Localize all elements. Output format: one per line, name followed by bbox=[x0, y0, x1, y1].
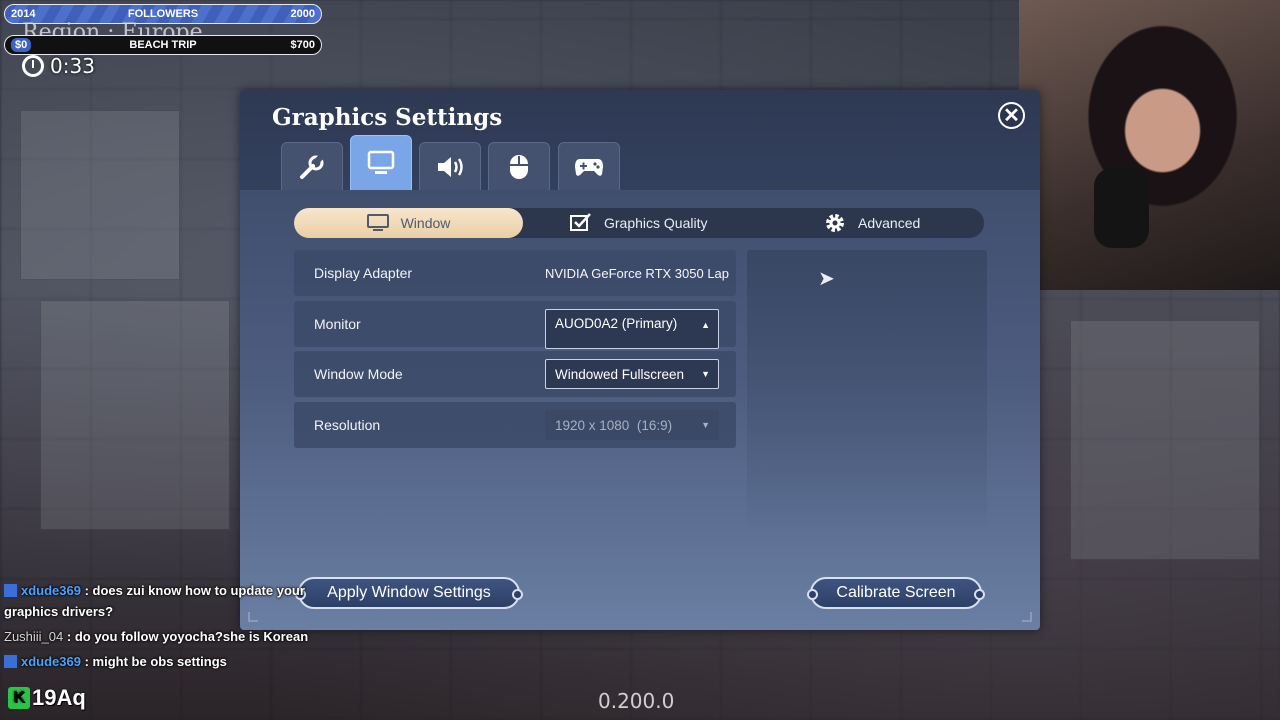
resolution-value: 1920 x 1080 (16:9) bbox=[555, 417, 673, 433]
subtab-window-label: Window bbox=[400, 215, 451, 231]
kick-logo-icon: K bbox=[8, 687, 30, 709]
tab-display[interactable] bbox=[350, 135, 412, 190]
graphics-settings-dialog: Graphics Settings ✕ Window Graphics Qual… bbox=[240, 90, 1040, 630]
game-version: 0.200.0 bbox=[598, 689, 675, 713]
chat-username: Zushiii_04 bbox=[4, 629, 64, 644]
chat-message: Zushiii_04 : do you follow yoyocha?she i… bbox=[4, 626, 324, 647]
background-shelf bbox=[20, 110, 180, 280]
subtab-advanced[interactable]: Advanced bbox=[824, 208, 920, 238]
resolution-dropdown[interactable]: 1920 x 1080 (16:9) ▼ bbox=[545, 410, 719, 440]
viewer-badge-text: 19Aq bbox=[32, 685, 86, 710]
close-icon: ✕ bbox=[1003, 105, 1020, 127]
checkbox-icon bbox=[570, 213, 591, 231]
chat-message: xdude369 : does zui know how to update y… bbox=[4, 580, 324, 622]
clock-icon bbox=[22, 55, 44, 77]
row-window-mode: Window Mode Windowed Fullscreen ▼ bbox=[294, 351, 736, 397]
tab-general[interactable] bbox=[281, 142, 343, 190]
caret-up-icon: ▲ bbox=[701, 320, 710, 330]
settings-subtabs: Window Graphics Quality Advanced bbox=[294, 208, 984, 238]
viewer-badge: K 19Aq bbox=[8, 685, 86, 711]
subscriber-badge-icon bbox=[4, 655, 17, 668]
corner-ornament-right bbox=[1022, 612, 1032, 622]
donation-label: BEACH TRIP bbox=[129, 39, 197, 51]
monitor-icon bbox=[367, 150, 395, 174]
background-crate bbox=[40, 300, 230, 530]
calibrate-screen-button[interactable]: Calibrate Screen bbox=[807, 577, 985, 609]
followers-current: 2014 bbox=[11, 8, 36, 20]
gear-icon bbox=[826, 214, 844, 232]
caret-down-icon: ▼ bbox=[701, 420, 710, 430]
wrench-icon bbox=[300, 154, 324, 179]
donation-target: $700 bbox=[290, 39, 315, 51]
window-mode-dropdown[interactable]: Windowed Fullscreen ▼ bbox=[545, 359, 719, 389]
monitor-value: AUOD0A2 (Primary) bbox=[555, 316, 678, 331]
timer-value: 0:33 bbox=[50, 54, 95, 78]
subtab-graphics-quality[interactable]: Graphics Quality bbox=[570, 208, 707, 238]
tab-audio[interactable] bbox=[419, 142, 481, 190]
chat-username: xdude369 bbox=[21, 654, 81, 669]
monitor-dropdown[interactable]: AUOD0A2 (Primary) ▲ bbox=[545, 309, 719, 349]
row-resolution: Resolution 1920 x 1080 (16:9) ▼ bbox=[294, 402, 736, 448]
followers-target: 2000 bbox=[290, 8, 315, 20]
calibrate-button-label: Calibrate Screen bbox=[836, 584, 956, 601]
close-button[interactable]: ✕ bbox=[998, 102, 1025, 129]
subtab-window[interactable]: Window bbox=[294, 208, 523, 238]
chat-message: xdude369 : might be obs settings bbox=[4, 651, 324, 672]
subtab-advanced-label: Advanced bbox=[858, 215, 921, 231]
speaker-icon bbox=[438, 156, 463, 177]
apply-button-label: Apply Window Settings bbox=[327, 584, 491, 601]
monitor-preview-area bbox=[747, 250, 987, 528]
chat-text: : might be obs settings bbox=[84, 654, 227, 669]
stream-chat: xdude369 : does zui know how to update y… bbox=[4, 580, 324, 676]
row-display-adapter: Display Adapter NVIDIA GeForce RTX 3050 … bbox=[294, 250, 736, 296]
row-monitor: Monitor AUOD0A2 (Primary) ▲ bbox=[294, 301, 736, 349]
session-timer: 0:33 bbox=[22, 54, 95, 78]
subscriber-badge-icon bbox=[4, 584, 17, 597]
donation-current: $0 bbox=[11, 38, 32, 52]
gamepad-icon bbox=[575, 158, 603, 176]
tab-controller[interactable] bbox=[558, 142, 620, 190]
window-icon bbox=[366, 214, 389, 231]
mouse-icon bbox=[510, 154, 528, 179]
window-mode-value: Windowed Fullscreen bbox=[555, 366, 685, 382]
display-adapter-value: NVIDIA GeForce RTX 3050 Lap bbox=[545, 265, 730, 281]
apply-window-settings-button[interactable]: Apply Window Settings bbox=[295, 577, 523, 609]
chat-text: : do you follow yoyocha?she is Korean bbox=[66, 629, 309, 644]
chat-username: xdude369 bbox=[21, 583, 81, 598]
followers-label: FOLLOWERS bbox=[127, 8, 199, 20]
mouse-cursor-icon: ➤ bbox=[818, 268, 835, 290]
dialog-title: Graphics Settings bbox=[272, 104, 503, 131]
caret-down-icon: ▼ bbox=[701, 369, 710, 379]
donation-goal-bar: $0 BEACH TRIP $700 bbox=[4, 35, 322, 55]
background-crate-right bbox=[1070, 320, 1260, 560]
tab-mouse[interactable] bbox=[488, 142, 550, 190]
subtab-graphics-quality-label: Graphics Quality bbox=[604, 215, 708, 231]
webcam-feed bbox=[1019, 0, 1280, 290]
microphone-shape bbox=[1094, 168, 1149, 248]
